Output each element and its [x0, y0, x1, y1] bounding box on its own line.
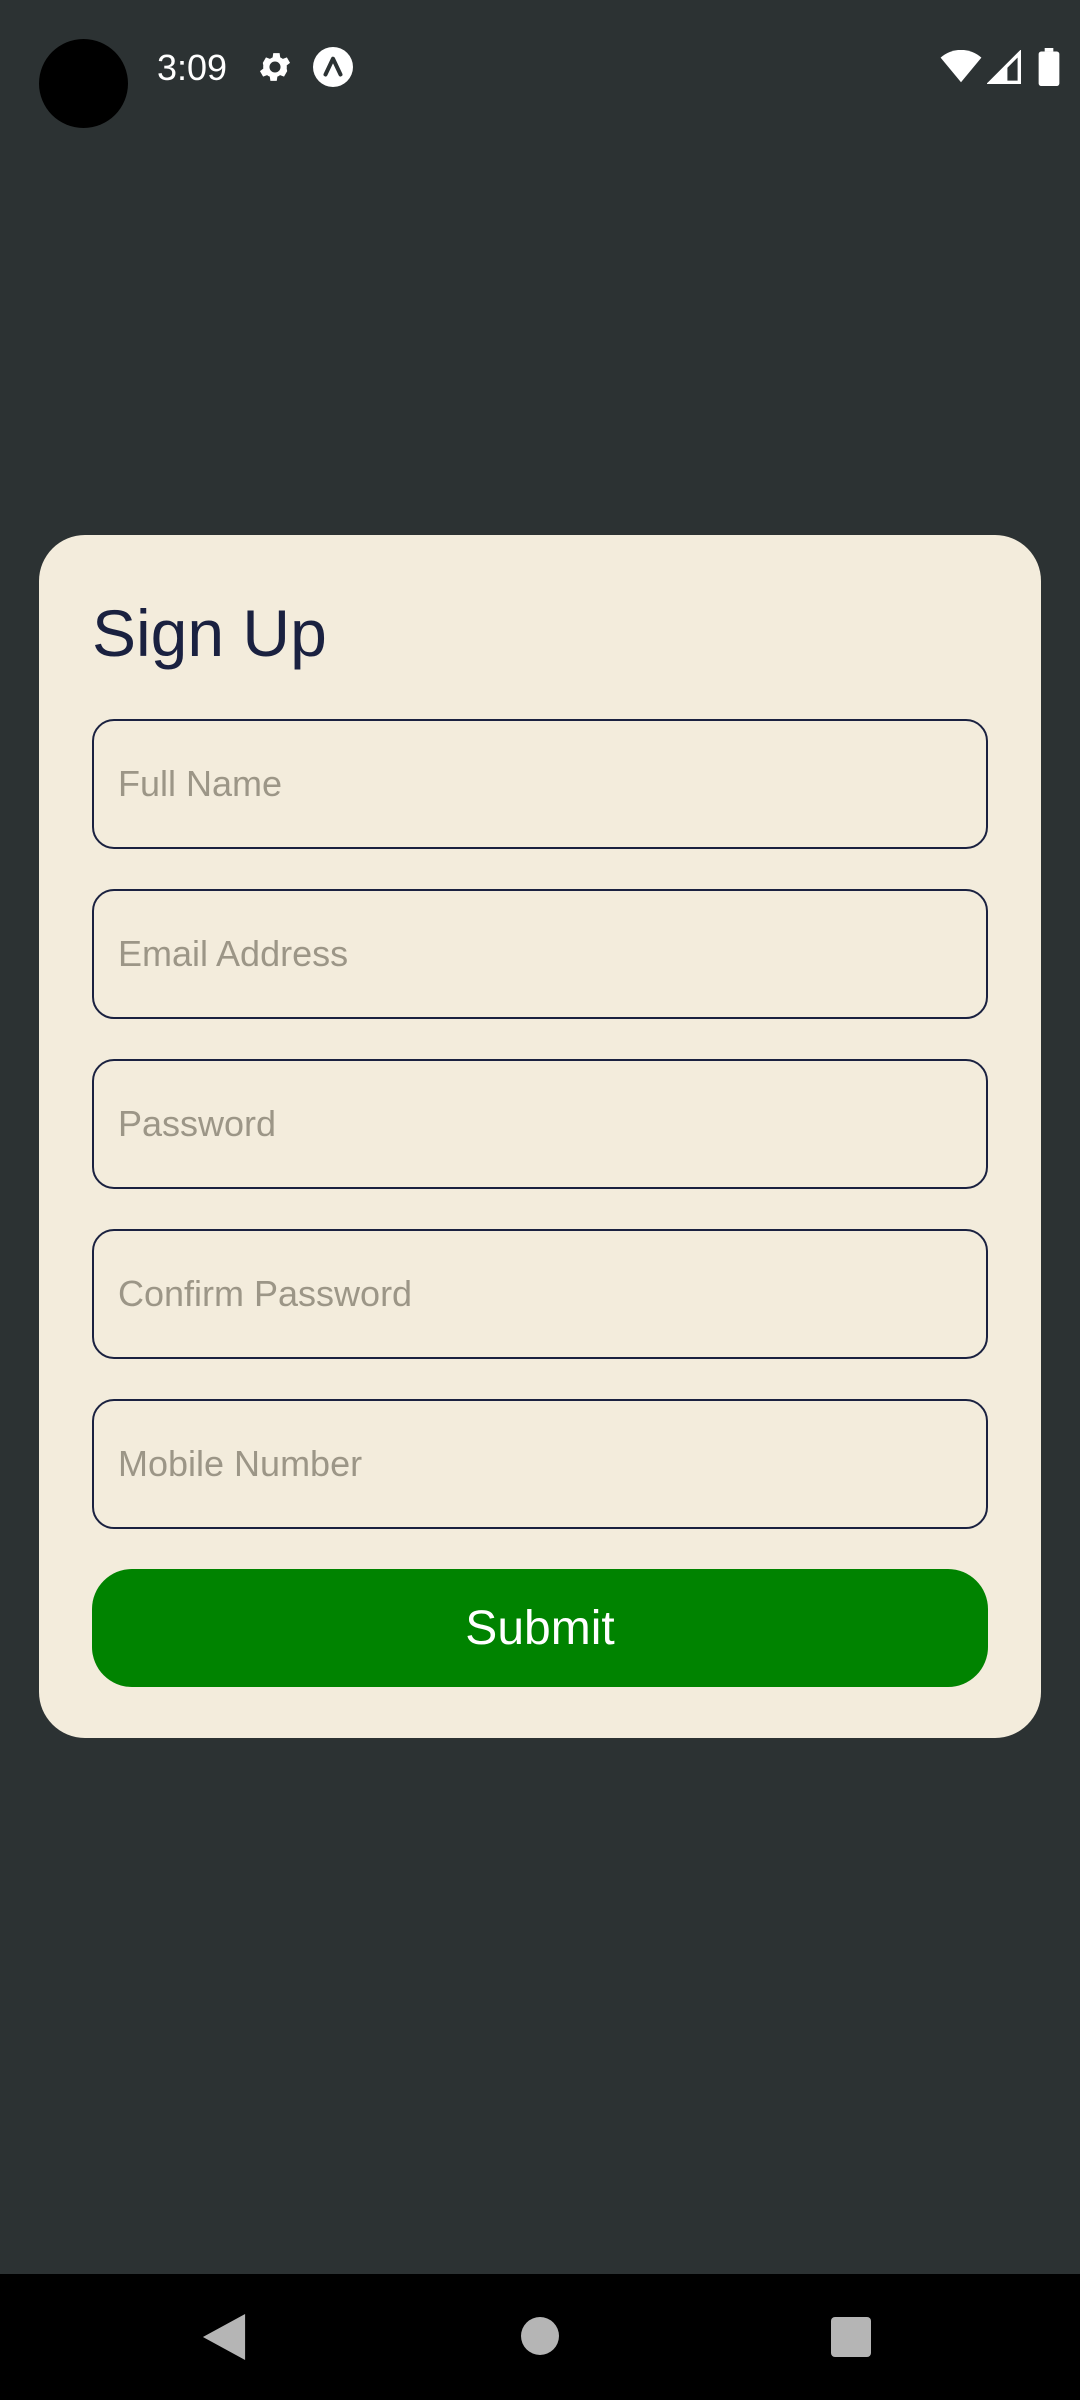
signup-card: Sign Up Submit	[39, 535, 1041, 1738]
status-time: 3:09	[157, 47, 228, 88]
home-icon[interactable]	[521, 2317, 559, 2355]
wifi-icon	[940, 50, 982, 83]
password-field[interactable]	[92, 1059, 988, 1189]
status-bar: 3:09	[0, 0, 1080, 134]
page-title: Sign Up	[92, 596, 327, 670]
confirm-password-field[interactable]	[92, 1229, 988, 1359]
battery-icon	[1038, 48, 1060, 86]
full-name-field[interactable]	[92, 719, 988, 849]
navigation-bar	[0, 2274, 1080, 2400]
recents-icon[interactable]	[831, 2317, 871, 2357]
email-field[interactable]	[92, 889, 988, 1019]
back-icon[interactable]	[202, 2314, 246, 2360]
app-icon	[313, 47, 353, 87]
camera-cutout	[39, 39, 128, 128]
mobile-number-field[interactable]	[92, 1399, 988, 1529]
submit-button[interactable]: Submit	[92, 1569, 988, 1687]
gear-icon	[259, 53, 291, 81]
signal-icon	[987, 50, 1021, 84]
